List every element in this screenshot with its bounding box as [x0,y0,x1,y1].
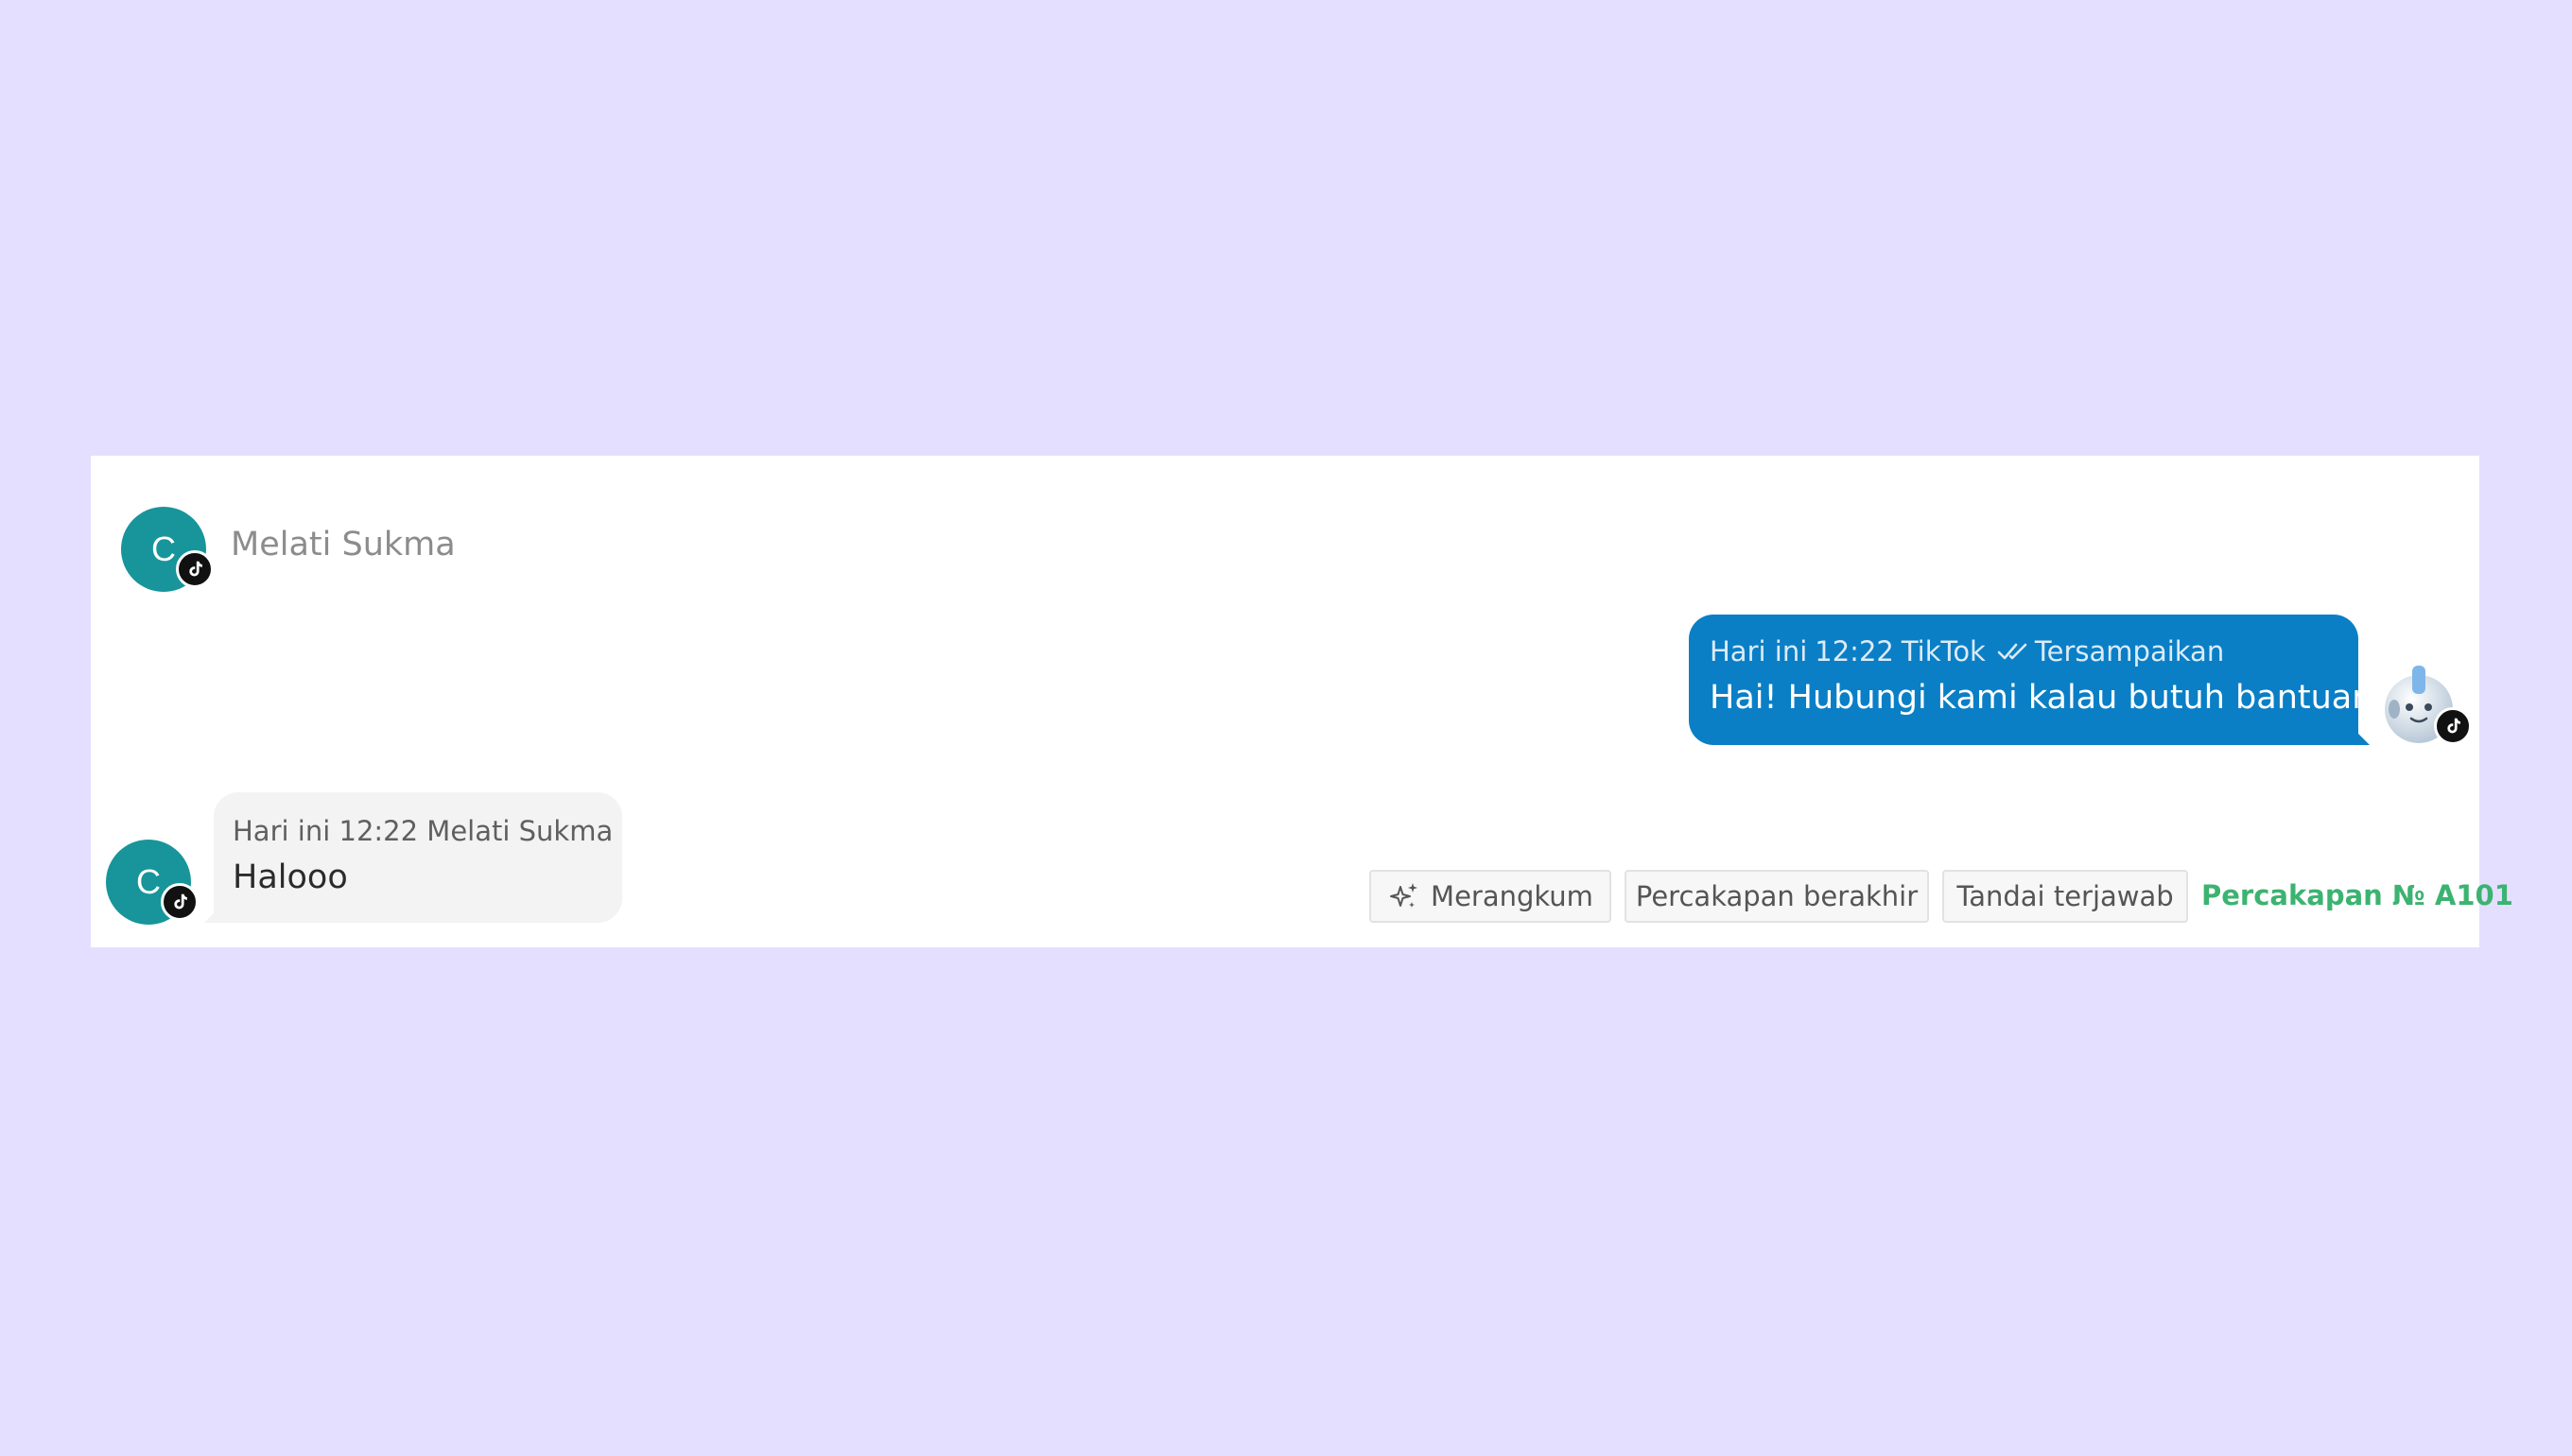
double-check-icon [1997,643,2027,660]
incoming-message-time: 12:22 [339,815,419,847]
outgoing-message-meta: Hari ini 12:22 TikTok Tersampaikan [1710,635,2224,667]
chat-panel: C Melati Sukma Hari ini 12:22 TikTok Ter… [91,456,2513,947]
end-conversation-label: Percakapan berakhir [1635,880,1919,912]
incoming-message-sender: Melati Sukma [426,815,614,847]
sender-avatar-letter: C [136,862,161,901]
outgoing-message-time: 12:22 [1815,635,1894,667]
conversation-number-link[interactable]: Percakapan № A101 [2201,879,2513,911]
outgoing-message-status: Tersampaikan [2034,635,2225,667]
incoming-message-bubble[interactable]: Hari ini 12:22 Melati Sukma Halooo [204,792,622,923]
incoming-message-meta: Hari ini 12:22 Melati Sukma [233,815,613,847]
contact-name[interactable]: Melati Sukma [231,526,456,563]
end-conversation-button[interactable]: Percakapan berakhir [1625,870,1929,923]
summarize-button[interactable]: Merangkum [1369,870,1611,923]
sparkle-icon [1390,883,1418,908]
tiktok-icon [176,550,214,588]
mark-answered-label: Tandai terjawab [1956,880,2174,912]
outgoing-message-bubble[interactable]: Hari ini 12:22 TikTok Tersampaikan Hai! … [1689,615,2407,745]
tiktok-icon [2434,707,2472,745]
outgoing-message-text: Hai! Hubungi kami kalau butuh bantuan :) [1710,679,2407,717]
outgoing-message-day: Hari ini [1710,635,1808,667]
tiktok-icon [161,883,199,921]
outgoing-message-channel: TikTok [1901,635,1986,667]
bubble-tail [204,902,225,923]
summarize-label: Merangkum [1431,880,1593,912]
mark-answered-button[interactable]: Tandai terjawab [1942,870,2188,923]
incoming-message-day: Hari ini [233,815,331,847]
bubble-tail [2349,724,2370,745]
contact-avatar-letter: C [151,529,176,568]
incoming-message-text: Halooo [233,858,348,896]
